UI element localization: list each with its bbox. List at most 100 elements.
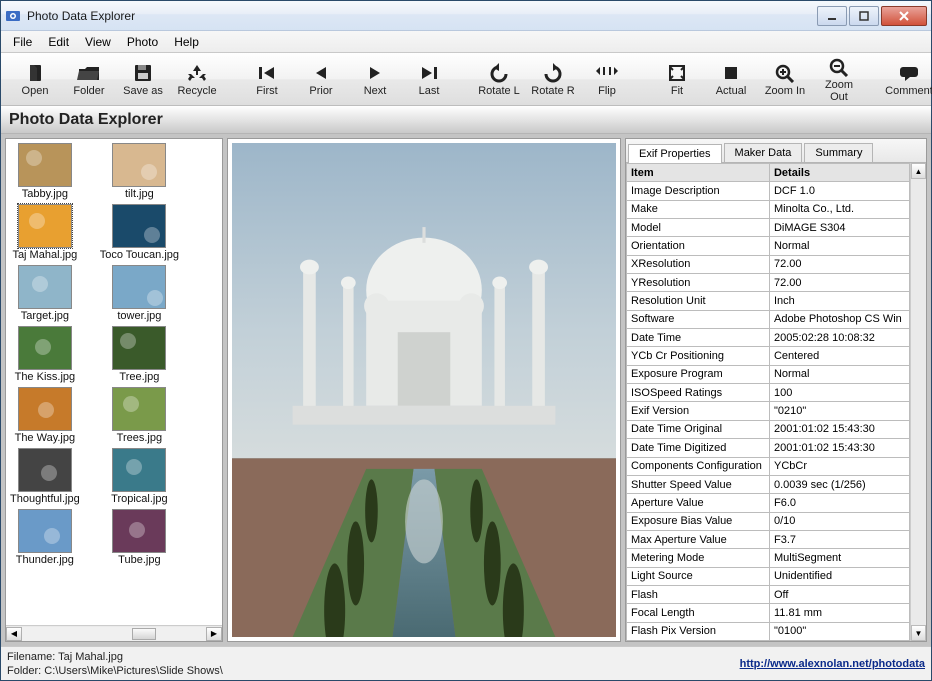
exif-row[interactable]: ISOSpeed Ratings100 xyxy=(627,384,910,402)
saveas-button[interactable]: Save as xyxy=(119,62,167,97)
exif-row[interactable]: Flash Pix Version"0100" xyxy=(627,622,910,640)
exif-row[interactable]: Focal Length11.81 mm xyxy=(627,604,910,622)
exif-item-cell: ISOSpeed Ratings xyxy=(627,384,770,402)
menu-help[interactable]: Help xyxy=(166,33,207,51)
floppy-icon xyxy=(129,62,157,84)
exif-row[interactable]: Components ConfigurationYCbCr xyxy=(627,457,910,475)
banner: Photo Data Explorer xyxy=(1,106,931,134)
thumbnail-image xyxy=(112,143,166,187)
exif-item-cell: Resolution Unit xyxy=(627,292,770,310)
exif-row[interactable]: YResolution72.00 xyxy=(627,274,910,292)
open-button[interactable]: Open xyxy=(11,62,59,97)
exif-row[interactable]: Exposure Bias Value0/10 xyxy=(627,512,910,530)
exif-scrollbar[interactable]: ▲ ▼ xyxy=(910,163,926,641)
title-bar[interactable]: Photo Data Explorer xyxy=(1,1,931,31)
exif-row[interactable]: YCb Cr PositioningCentered xyxy=(627,347,910,365)
folder-button[interactable]: Folder xyxy=(65,62,113,97)
prior-button[interactable]: Prior xyxy=(297,62,345,97)
thumbnail-grid[interactable]: Tabby.jpg Taj Mahal.jpgTarget.jpgThe Kiss… xyxy=(6,139,222,625)
rotate-left-icon xyxy=(485,62,513,84)
thumbnail-item[interactable]: Tree.jpg xyxy=(112,326,166,383)
exif-row[interactable]: Date Time2005:02:28 10:08:32 xyxy=(627,329,910,347)
exif-panel: Exif Properties Maker Data Summary ItemD… xyxy=(625,138,927,642)
thumbnail-item[interactable]: tower.jpg xyxy=(112,265,166,322)
scroll-up-button[interactable]: ▲ xyxy=(911,163,926,179)
thumbnail-image xyxy=(112,204,166,248)
thumbnail-item[interactable]: Tropical.jpg xyxy=(111,448,167,505)
scroll-track[interactable] xyxy=(911,179,926,625)
scroll-thumb[interactable] xyxy=(132,628,156,640)
last-button[interactable]: Last xyxy=(405,62,453,97)
flip-button[interactable]: Flip xyxy=(583,62,631,97)
exif-row[interactable]: XResolution72.00 xyxy=(627,255,910,273)
exif-row[interactable]: FlashOff xyxy=(627,585,910,603)
thumbnail-item[interactable]: Thunder.jpg xyxy=(16,509,74,566)
exif-header-details[interactable]: Details xyxy=(769,164,909,182)
scroll-down-button[interactable]: ▼ xyxy=(911,625,926,641)
comment-button[interactable]: Comment xyxy=(885,62,932,97)
tab-summary[interactable]: Summary xyxy=(804,143,873,162)
rotate-right-button[interactable]: Rotate R xyxy=(529,62,577,97)
exif-header-item[interactable]: Item xyxy=(627,164,770,182)
thumbnail-label: Tree.jpg xyxy=(119,371,159,383)
close-button[interactable] xyxy=(881,6,927,26)
actual-button[interactable]: Actual xyxy=(707,56,755,103)
exif-row[interactable]: Light SourceUnidentified xyxy=(627,567,910,585)
thumbnail-item[interactable]: Target.jpg xyxy=(18,265,72,322)
menu-edit[interactable]: Edit xyxy=(40,33,77,51)
menu-file[interactable]: File xyxy=(5,33,40,51)
menu-view[interactable]: View xyxy=(77,33,119,51)
fit-button[interactable]: Fit xyxy=(653,56,701,103)
thumbnail-item[interactable]: Thoughtful.jpg xyxy=(10,448,80,505)
tab-exif-properties[interactable]: Exif Properties xyxy=(628,144,722,163)
preview-image[interactable] xyxy=(232,143,616,637)
thumbnail-item[interactable]: The Kiss.jpg xyxy=(15,326,76,383)
menu-photo[interactable]: Photo xyxy=(119,33,166,51)
exif-row[interactable]: Exposure ProgramNormal xyxy=(627,365,910,383)
window-title: Photo Data Explorer xyxy=(27,9,815,23)
exif-row[interactable]: Date Time Original2001:01:02 15:43:30 xyxy=(627,420,910,438)
maximize-button[interactable] xyxy=(849,6,879,26)
zoomout-button[interactable]: Zoom Out xyxy=(815,56,863,103)
scroll-right-button[interactable]: ▶ xyxy=(206,627,222,641)
thumbnail-label: Tube.jpg xyxy=(118,554,160,566)
exif-value-cell: Inch xyxy=(769,292,909,310)
exif-row[interactable]: Resolution UnitInch xyxy=(627,292,910,310)
exif-row[interactable]: Date Time Digitized2001:01:02 15:43:30 xyxy=(627,439,910,457)
zoomin-button[interactable]: Zoom In xyxy=(761,56,809,103)
rotate-left-button[interactable]: Rotate L xyxy=(475,62,523,97)
exif-row[interactable]: ModelDiMAGE S304 xyxy=(627,219,910,237)
minimize-button[interactable] xyxy=(817,6,847,26)
exif-row[interactable]: Aperture ValueF6.0 xyxy=(627,494,910,512)
exif-row[interactable]: Exif Version"0210" xyxy=(627,402,910,420)
exif-row[interactable]: Shutter Speed Value0.0039 sec (1/256) xyxy=(627,475,910,493)
tab-maker-data[interactable]: Maker Data xyxy=(724,143,803,162)
first-button[interactable]: First xyxy=(243,62,291,97)
thumbnail-item[interactable]: Taj Mahal.jpg xyxy=(12,204,77,261)
scroll-track[interactable] xyxy=(22,627,206,641)
thumbnail-item[interactable]: Tube.jpg xyxy=(112,509,166,566)
exif-row[interactable]: Max Aperture ValueF3.7 xyxy=(627,530,910,548)
thumbnail-label: Trees.jpg xyxy=(117,432,162,444)
scroll-left-button[interactable]: ◀ xyxy=(6,627,22,641)
thumbnail-item[interactable]: tilt.jpg xyxy=(112,143,166,200)
thumbnail-image xyxy=(112,387,166,431)
exif-row[interactable]: SoftwareAdobe Photoshop CS Win xyxy=(627,310,910,328)
exif-table[interactable]: ItemDetails Image DescriptionDCF 1.0Make… xyxy=(626,163,910,641)
thumbnail-item[interactable]: Tabby.jpg xyxy=(18,143,72,200)
exif-row[interactable]: Metering ModeMultiSegment xyxy=(627,549,910,567)
thumbnail-label: Tabby.jpg xyxy=(22,188,68,200)
thumbnail-scrollbar[interactable]: ◀ ▶ xyxy=(6,625,222,641)
app-window: Photo Data Explorer File Edit View Photo… xyxy=(0,0,932,681)
thumbnail-item[interactable]: Toco Toucan.jpg xyxy=(100,204,179,261)
recycle-button[interactable]: Recycle xyxy=(173,62,221,97)
exif-item-cell: Flash Pix Version xyxy=(627,622,770,640)
exif-row[interactable]: OrientationNormal xyxy=(627,237,910,255)
exif-row[interactable]: MakeMinolta Co., Ltd. xyxy=(627,200,910,218)
exif-item-cell: Date Time Digitized xyxy=(627,439,770,457)
thumbnail-item[interactable]: Trees.jpg xyxy=(112,387,166,444)
thumbnail-item[interactable]: The Way.jpg xyxy=(15,387,76,444)
exif-row[interactable]: Image DescriptionDCF 1.0 xyxy=(627,182,910,200)
website-link[interactable]: http://www.alexnolan.net/photodata xyxy=(740,658,925,670)
next-button[interactable]: Next xyxy=(351,62,399,97)
